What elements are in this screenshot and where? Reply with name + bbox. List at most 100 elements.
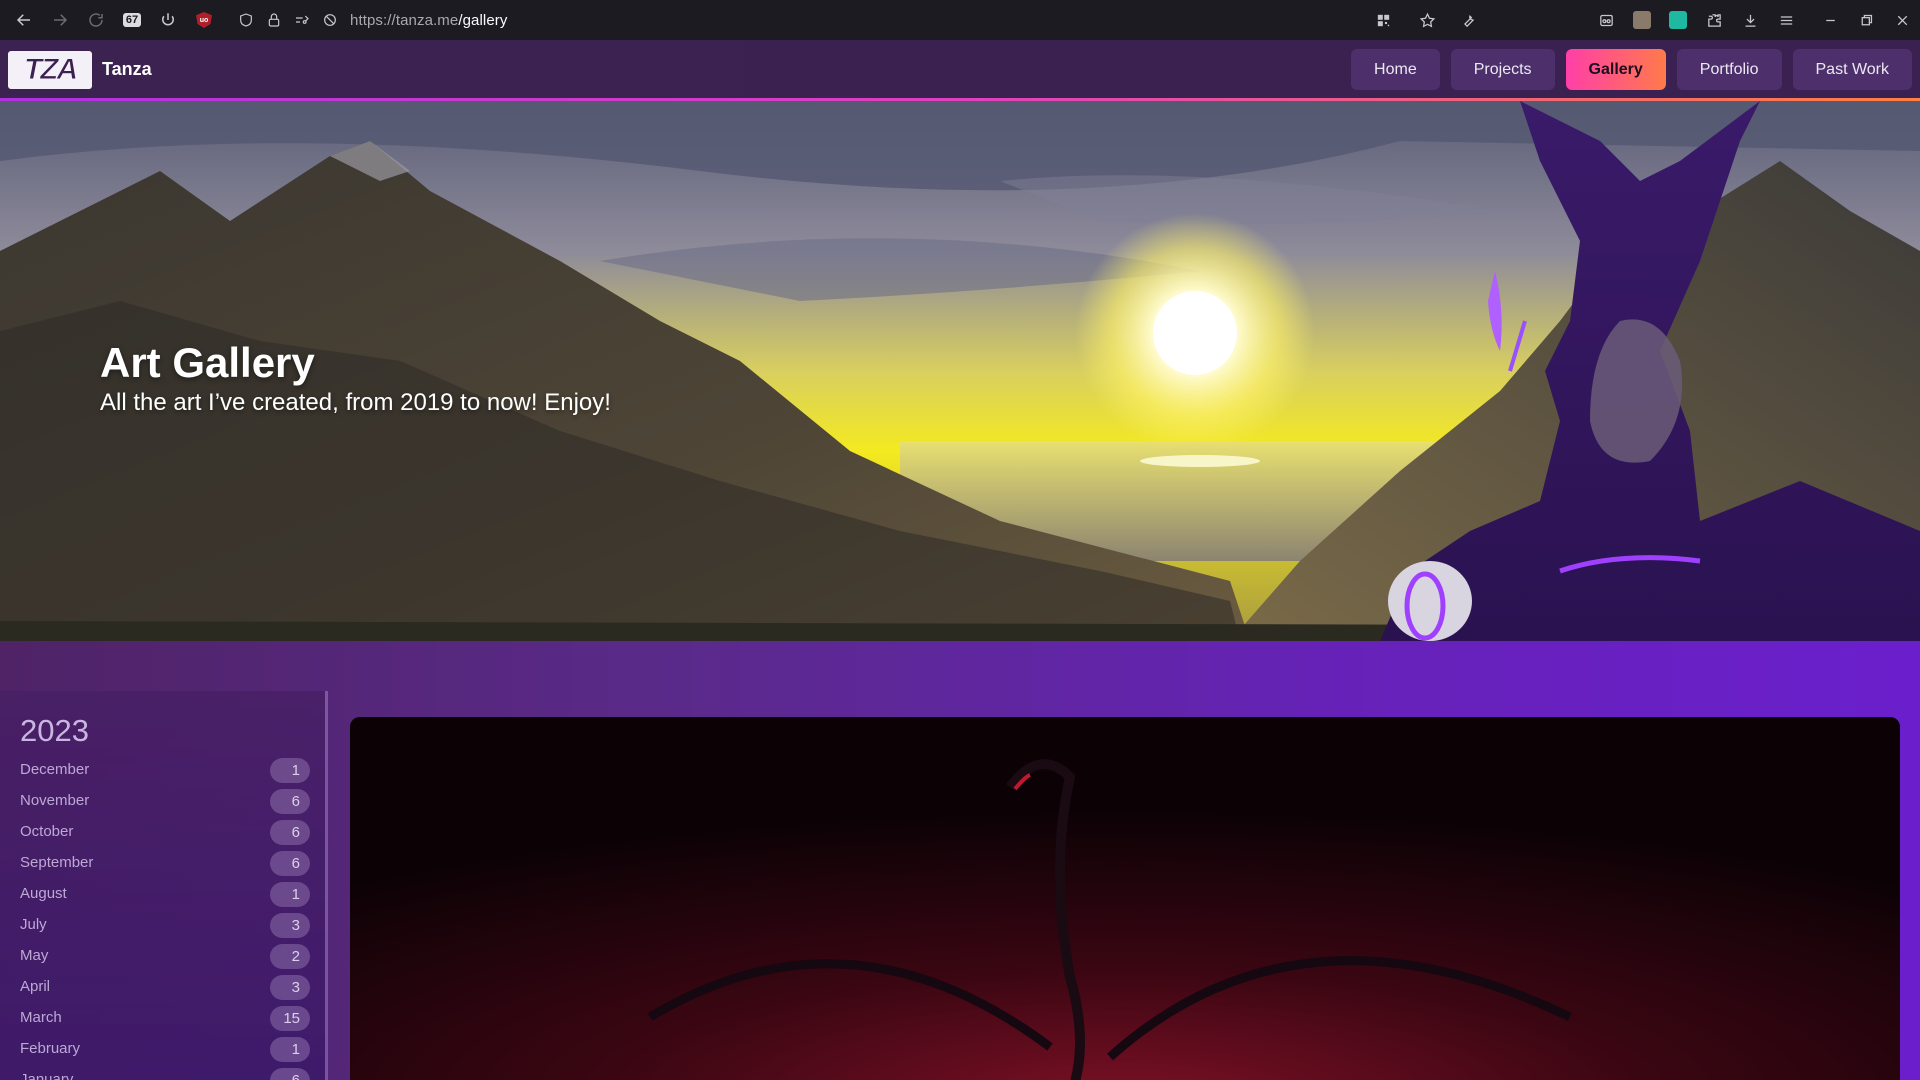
permissions-icon: [296, 15, 309, 24]
month-count-badge: 1: [270, 758, 310, 783]
extensions-button[interactable]: [1696, 0, 1732, 40]
back-arrow-icon: [16, 14, 30, 26]
page-subtitle: All the art I’ve created, from 2019 to n…: [100, 389, 611, 416]
extension-mf-button[interactable]: [1624, 0, 1660, 40]
permissions-button[interactable]: [288, 4, 316, 36]
nav-projects[interactable]: Projects: [1450, 49, 1555, 90]
month-name: October: [20, 823, 74, 840]
site-security-button[interactable]: [260, 4, 288, 36]
month-item-december[interactable]: December 1: [0, 755, 328, 786]
page-title: Art Gallery: [100, 339, 315, 386]
month-item-september[interactable]: September 6: [0, 848, 328, 879]
month-name: January: [20, 1071, 74, 1080]
lock-icon: [268, 13, 280, 27]
month-item-january[interactable]: January 6: [0, 1065, 328, 1080]
month-count-badge: 2: [270, 944, 310, 969]
menu-button[interactable]: [1768, 0, 1804, 40]
bookmark-button[interactable]: [1409, 0, 1445, 40]
month-item-august[interactable]: August 1: [0, 879, 328, 910]
month-item-february[interactable]: February 1: [0, 1034, 328, 1065]
close-icon: [1897, 15, 1907, 25]
nav-portfolio[interactable]: Portfolio: [1676, 49, 1782, 90]
year-heading[interactable]: 2023: [20, 713, 89, 749]
month-name: February: [20, 1040, 81, 1057]
archive-sidebar: 2023 December 1 November 6 October 6 Sep…: [0, 691, 328, 1080]
month-count-badge: 1: [270, 1037, 310, 1062]
downloads-button[interactable]: [1732, 0, 1768, 40]
month-name: July: [20, 916, 47, 933]
reader-view-button[interactable]: [1588, 0, 1624, 40]
logo-text: TZA: [23, 53, 78, 87]
autoplay-blocked-button[interactable]: [316, 4, 344, 36]
month-name: April: [20, 978, 51, 995]
tracking-protection-button[interactable]: [232, 4, 260, 36]
shield-icon: [240, 13, 252, 27]
download-icon: [1745, 14, 1755, 27]
month-item-november[interactable]: November 6: [0, 786, 328, 817]
restore-icon: [1861, 14, 1872, 25]
month-count-badge: 6: [270, 789, 310, 814]
month-count-badge: 6: [270, 820, 310, 845]
month-item-march[interactable]: March 15: [0, 1003, 328, 1034]
wrench-icon: [1463, 14, 1474, 27]
reload-icon: [89, 13, 103, 27]
hamburger-menu-icon: [1780, 15, 1792, 25]
main-nav: Home Projects Gallery Portfolio Past Wor…: [1351, 49, 1912, 90]
month-item-october[interactable]: October 6: [0, 817, 328, 848]
extension-counter-button[interactable]: 67: [114, 0, 150, 40]
nav-past-work[interactable]: Past Work: [1792, 49, 1912, 90]
month-count-badge: 3: [270, 913, 310, 938]
month-count-badge: 6: [270, 1068, 310, 1080]
power-icon: [162, 13, 174, 26]
ublock-shield-icon: uo: [196, 12, 212, 28]
blocked-icon: [324, 14, 336, 26]
artwork-image: [350, 717, 1900, 1080]
month-name: May: [20, 947, 49, 964]
month-list: December 1 November 6 October 6 Septembe…: [0, 755, 328, 1080]
extension-badge: 67: [122, 13, 142, 27]
site-logo[interactable]: TZA: [8, 51, 92, 89]
qr-code-button[interactable]: [1365, 0, 1401, 40]
url-host: https://tanza.me: [350, 11, 459, 29]
forward-button[interactable]: [42, 0, 78, 40]
site-name[interactable]: Tanza: [102, 59, 152, 80]
month-count-badge: 1: [270, 882, 310, 907]
month-count-badge: 3: [270, 975, 310, 1000]
month-name: March: [20, 1009, 62, 1026]
month-name: September: [20, 854, 94, 871]
month-item-may[interactable]: May 2: [0, 941, 328, 972]
address-bar[interactable]: https://tanza.me/gallery: [228, 4, 1453, 36]
url-path: /gallery: [458, 11, 508, 29]
reload-button[interactable]: [78, 0, 114, 40]
minimize-button[interactable]: [1812, 0, 1848, 40]
star-icon: [1419, 12, 1435, 28]
restore-button[interactable]: [1848, 0, 1884, 40]
qr-code-icon: [1377, 14, 1389, 26]
devtools-button[interactable]: [1450, 0, 1486, 40]
power-button[interactable]: [150, 0, 186, 40]
extension-s-button[interactable]: [1660, 0, 1696, 40]
gallery-section: 2023 December 1 November 6 October 6 Sep…: [0, 641, 1920, 1080]
nav-home[interactable]: Home: [1351, 49, 1440, 90]
month-item-april[interactable]: April 3: [0, 972, 328, 1003]
month-count-badge: 15: [270, 1006, 310, 1031]
s-extension-icon: [1669, 11, 1687, 29]
close-window-button[interactable]: [1884, 0, 1920, 40]
ublock-button[interactable]: uo: [186, 0, 222, 40]
forward-arrow-icon: [54, 14, 68, 26]
month-count-badge: 6: [270, 851, 310, 876]
browser-toolbar: 67 uo https://tanza.me/gallery: [0, 0, 1920, 40]
minimize-icon: [1825, 19, 1835, 21]
url-text[interactable]: https://tanza.me/gallery: [350, 12, 507, 29]
hero-banner: Art Gallery All the art I’ve created, fr…: [0, 101, 1920, 641]
gallery-artwork-card[interactable]: [350, 717, 1900, 1080]
mf-extension-icon: [1633, 11, 1651, 29]
month-name: November: [20, 792, 90, 809]
puzzle-icon: [1707, 13, 1721, 27]
month-name: December: [20, 761, 90, 778]
nav-gallery[interactable]: Gallery: [1565, 49, 1666, 90]
reader-icon: [1599, 14, 1613, 26]
month-item-july[interactable]: July 3: [0, 910, 328, 941]
back-button[interactable]: [6, 0, 42, 40]
month-name: August: [20, 885, 67, 902]
